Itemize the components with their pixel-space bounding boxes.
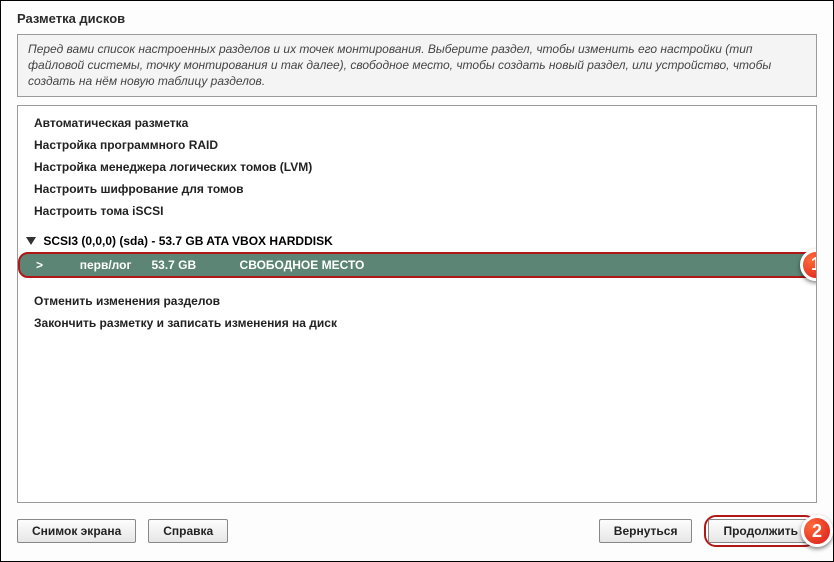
option-lvm[interactable]: Настройка менеджера логических томов (LV… bbox=[18, 156, 816, 178]
back-button[interactable]: Вернуться bbox=[599, 519, 693, 543]
row-type: перв/лог bbox=[80, 258, 132, 272]
spacer bbox=[18, 222, 816, 232]
disk-header-text: SCSI3 (0,0,0) (sda) - 53.7 GB ATA VBOX H… bbox=[43, 234, 332, 248]
action-undo[interactable]: Отменить изменения разделов bbox=[18, 290, 816, 312]
option-raid[interactable]: Настройка программного RAID bbox=[18, 134, 816, 156]
option-iscsi[interactable]: Настроить тома iSCSI bbox=[18, 200, 816, 222]
partitioning-window: Разметка дисков Перед вами список настро… bbox=[0, 0, 834, 562]
row-gap3 bbox=[196, 258, 239, 272]
help-button[interactable]: Справка bbox=[148, 519, 228, 543]
row-gap1 bbox=[43, 258, 80, 272]
button-bar: Снимок экрана Справка Вернуться Продолжи… bbox=[1, 503, 833, 561]
intro-text: Перед вами список настроенных разделов и… bbox=[17, 34, 817, 97]
option-auto-partition[interactable]: Автоматическая разметка bbox=[18, 112, 816, 134]
free-space-row[interactable]: > перв/лог 53.7 GB СВОБОДНОЕ МЕСТО 1 bbox=[18, 252, 816, 278]
continue-button[interactable]: Продолжить bbox=[708, 519, 813, 543]
action-finish[interactable]: Закончить разметку и записать изменения … bbox=[18, 312, 816, 334]
spacer bbox=[18, 280, 816, 290]
row-arrow: > bbox=[36, 258, 43, 272]
row-gap2 bbox=[131, 258, 151, 272]
annotation-marker-2: 2 bbox=[801, 515, 833, 547]
screenshot-button[interactable]: Снимок экрана bbox=[17, 519, 136, 543]
continue-highlight: Продолжить 2 bbox=[704, 515, 817, 547]
option-encryption[interactable]: Настроить шифрование для томов bbox=[18, 178, 816, 200]
row-label: СВОБОДНОЕ МЕСТО bbox=[240, 258, 365, 272]
partition-list: Автоматическая разметка Настройка програ… bbox=[17, 105, 817, 503]
page-title: Разметка дисков bbox=[1, 1, 833, 34]
expand-icon bbox=[26, 237, 36, 245]
annotation-marker-1: 1 bbox=[800, 249, 817, 281]
row-size: 53.7 GB bbox=[151, 258, 196, 272]
disk-header[interactable]: SCSI3 (0,0,0) (sda) - 53.7 GB ATA VBOX H… bbox=[18, 232, 816, 250]
